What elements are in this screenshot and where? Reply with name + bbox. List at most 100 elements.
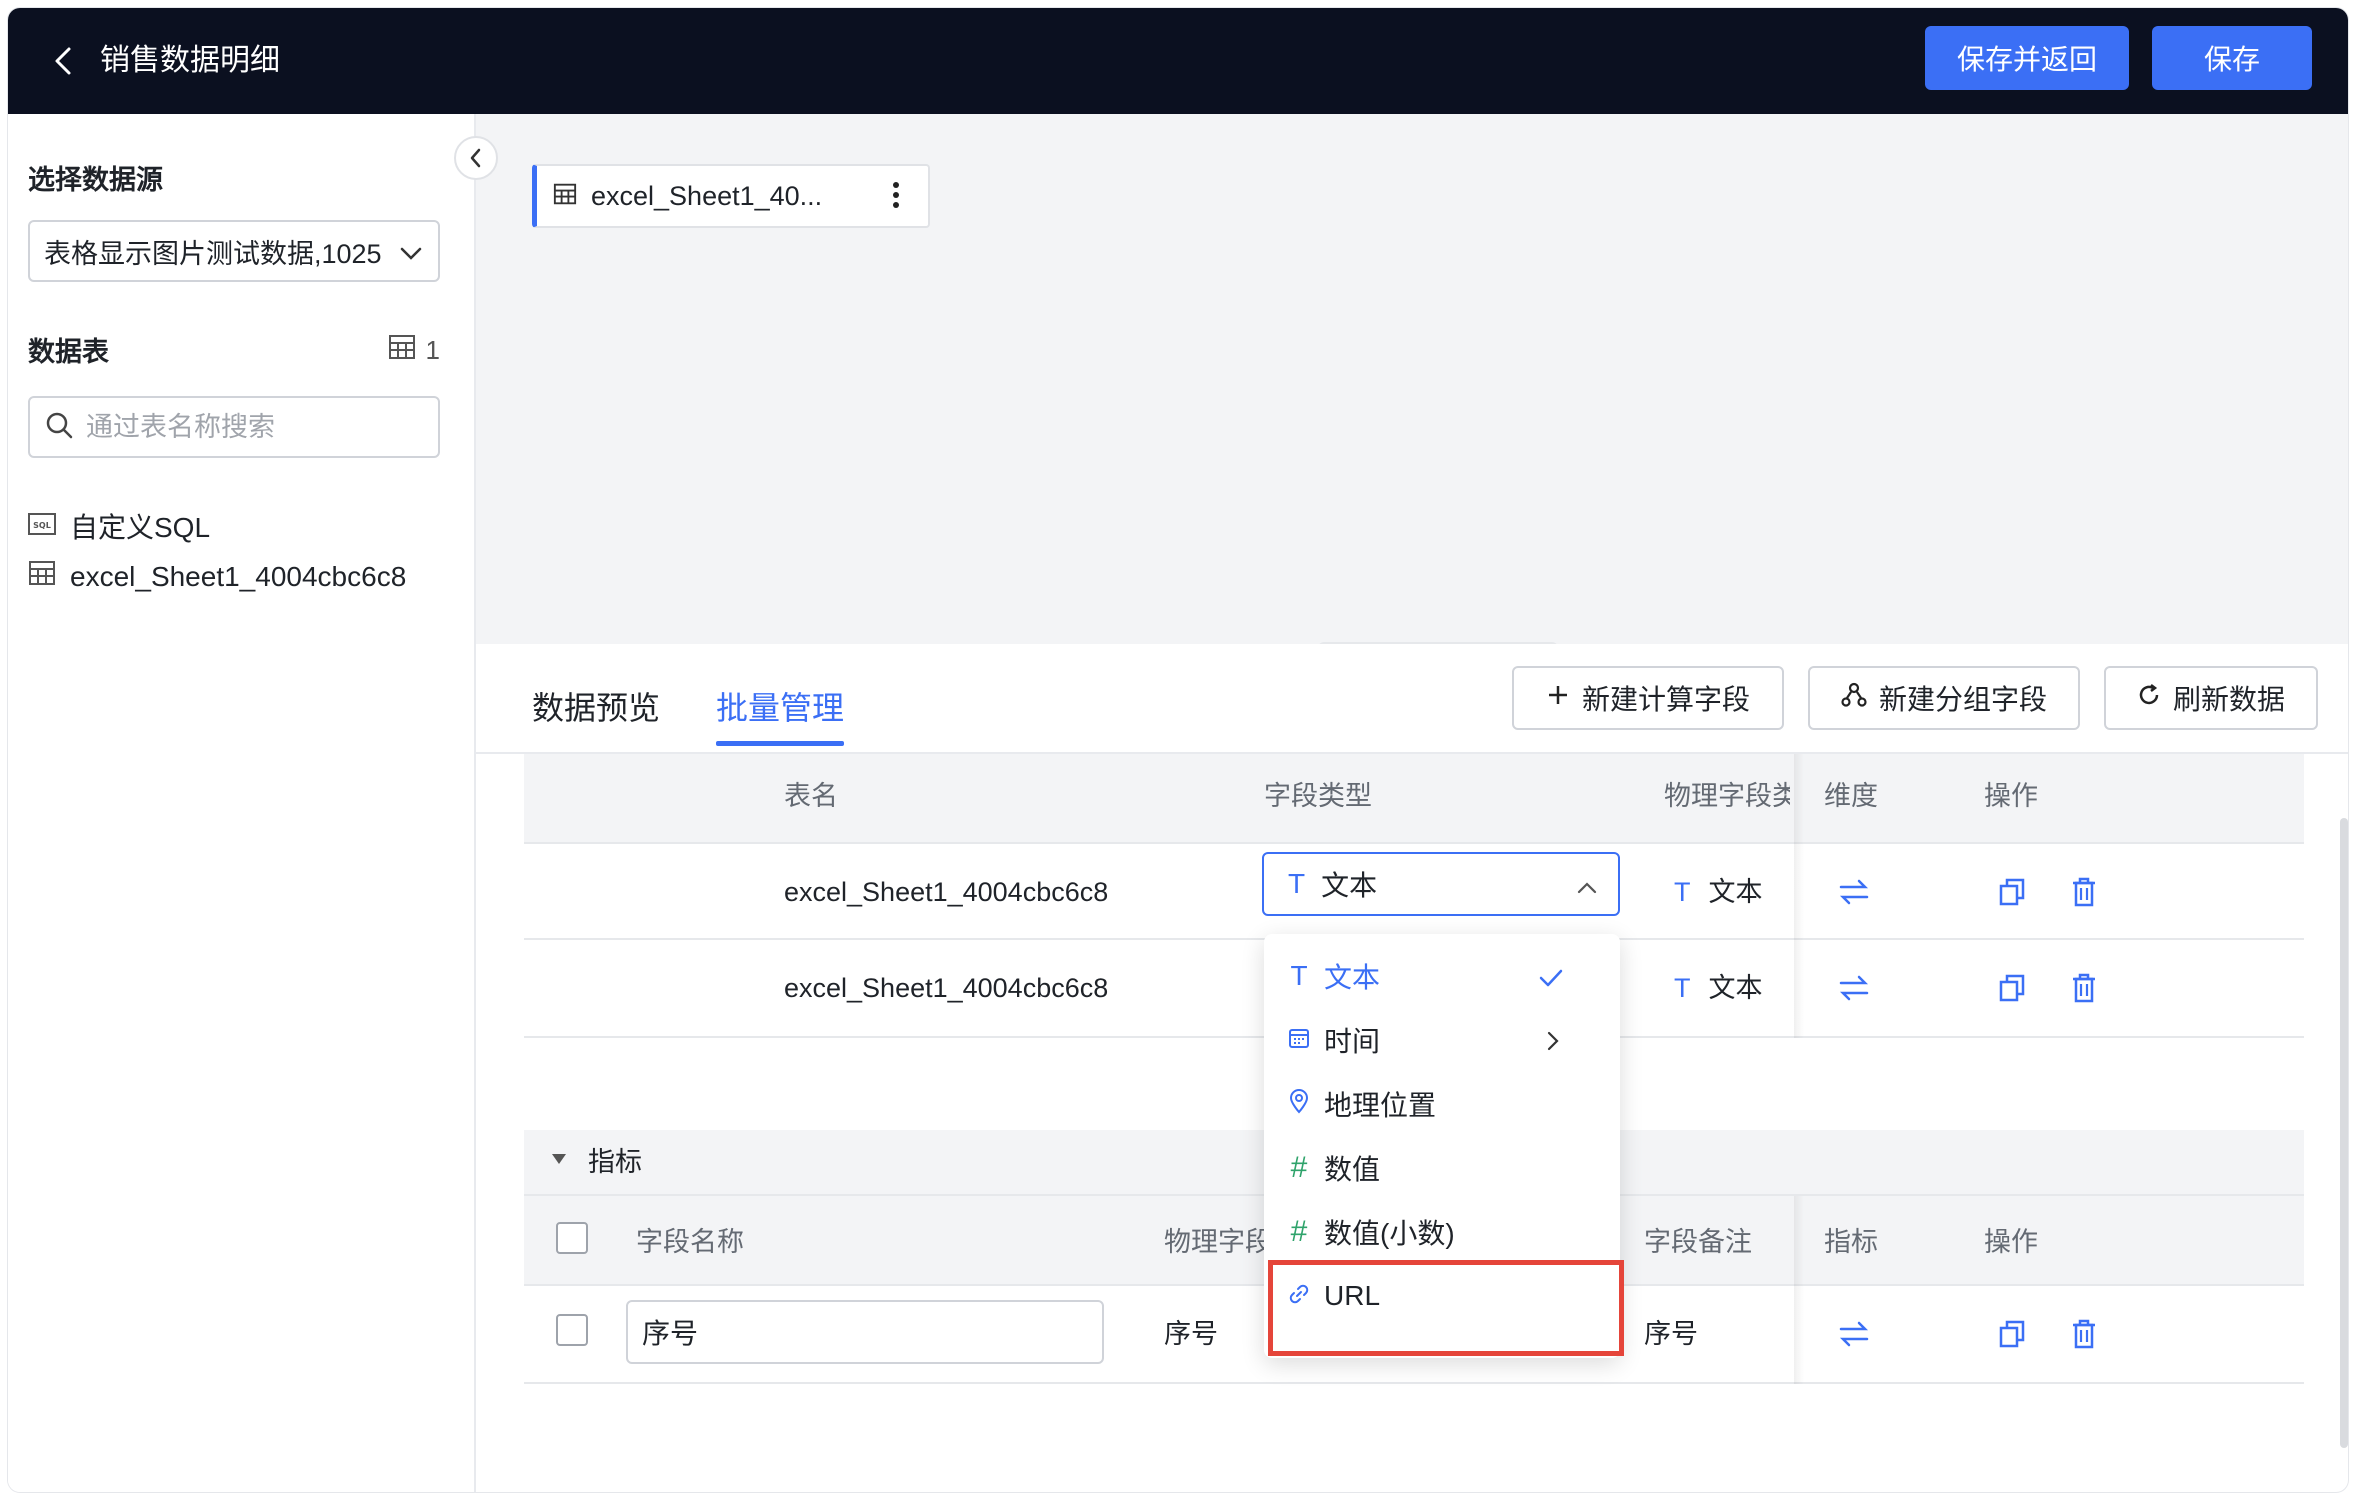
remark-cell: 序号 <box>1644 1319 1698 1349</box>
new-calc-field-label: 新建计算字段 <box>1581 684 1750 715</box>
copy-icon[interactable] <box>1992 872 2032 912</box>
physical-type-value: 文本 <box>1708 973 1763 1003</box>
col-header-actions: 操作 <box>1984 1227 2038 1257</box>
dropdown-option-time[interactable]: 时间 <box>1264 1010 1620 1070</box>
table-icon <box>388 334 416 367</box>
option-label: 时间 <box>1324 1026 1381 1057</box>
table-search-box[interactable] <box>28 396 440 458</box>
col-header-metric: 指标 <box>1824 1227 1878 1257</box>
join-canvas: excel_Sheet1_40... <box>476 114 2348 644</box>
field-type-dropdown: T 文本 时间 地理位置 # 数值 # 数值(小数) URL <box>1264 934 1620 1358</box>
field-name-value: 序号 <box>642 1318 699 1349</box>
physical-type-value: 文本 <box>1708 877 1763 907</box>
hash-icon: # <box>1290 1151 1308 1184</box>
dropdown-option-number[interactable]: # 数值 <box>1264 1138 1620 1198</box>
new-group-field-label: 新建分组字段 <box>1878 684 2047 715</box>
tabs-toolbar: 数据预览 批量管理 新建计算字段 新建分组字段 刷新数据 <box>476 644 2348 754</box>
delete-icon[interactable] <box>2064 872 2104 912</box>
delete-icon[interactable] <box>2064 968 2104 1008</box>
text-type-icon: T <box>1290 960 1308 991</box>
swap-icon[interactable] <box>1834 872 1874 912</box>
link-icon <box>1288 1280 1310 1312</box>
tables-count-value: 1 <box>425 335 440 365</box>
table-name-cell: excel_Sheet1_4004cbc6c8 <box>784 877 1109 907</box>
canvas-table-label: excel_Sheet1_40... <box>591 180 823 211</box>
svg-text:SQL: SQL <box>33 521 51 530</box>
datasource-value: 表格显示图片测试数据,1025 <box>44 238 382 269</box>
col-header-field-name: 字段名称 <box>636 1227 744 1257</box>
tab-data-preview[interactable]: 数据预览 <box>532 686 660 730</box>
select-all-checkbox[interactable] <box>556 1222 588 1254</box>
new-group-field-button[interactable]: 新建分组字段 <box>1808 666 2080 730</box>
table-search-input[interactable] <box>86 411 426 443</box>
location-pin-icon <box>1288 1088 1310 1121</box>
save-button[interactable]: 保存 <box>2152 26 2312 90</box>
text-type-icon: T <box>1674 877 1691 907</box>
row-divider <box>524 1382 2304 1384</box>
datasource-label: 选择数据源 <box>28 165 163 195</box>
group-icon <box>1841 682 1867 715</box>
datasource-select[interactable]: 表格显示图片测试数据,1025 <box>28 220 440 282</box>
fixed-column-shadow <box>1794 1196 1804 1384</box>
table-icon <box>553 181 577 212</box>
option-label: 地理位置 <box>1324 1090 1437 1121</box>
row-checkbox[interactable] <box>556 1314 588 1346</box>
save-and-return-button[interactable]: 保存并返回 <box>1925 26 2129 90</box>
more-vertical-icon[interactable] <box>892 180 900 217</box>
col-header-table-name: 表名 <box>784 781 838 811</box>
col-header-field-type: 字段类型 <box>1264 781 1372 811</box>
back-arrow-icon[interactable] <box>44 41 84 81</box>
physical-type-cell: T 文本 <box>1674 874 1763 910</box>
sidebar-item-excel-table[interactable]: excel_Sheet1_4004cbc6c8 <box>28 560 406 593</box>
physical-field-cell: 序号 <box>1164 1319 1218 1349</box>
plus-icon <box>1546 682 1570 714</box>
tables-count: 1 <box>388 334 440 367</box>
field-name-input[interactable]: 序号 <box>626 1300 1104 1364</box>
dropdown-option-text[interactable]: T 文本 <box>1264 946 1620 1006</box>
new-calc-field-button[interactable]: 新建计算字段 <box>1512 666 1784 730</box>
app-window: 销售数据明细 保存并返回 保存 选择数据源 表格显示图片测试数据,1025 数据… <box>8 8 2348 1492</box>
chevron-down-icon <box>398 240 424 273</box>
refresh-data-button[interactable]: 刷新数据 <box>2104 666 2318 730</box>
tables-label: 数据表 <box>28 337 109 367</box>
collapse-sidebar-button[interactable] <box>454 136 498 180</box>
canvas-table-node[interactable]: excel_Sheet1_40... <box>532 164 930 228</box>
field-type-value: 文本 <box>1321 870 1378 901</box>
col-header-remark: 字段备注 <box>1644 1227 1752 1257</box>
search-icon <box>44 410 74 445</box>
copy-icon[interactable] <box>1992 1314 2032 1354</box>
col-header-actions: 操作 <box>1984 781 2038 811</box>
table-icon <box>28 560 56 593</box>
option-label: 文本 <box>1324 962 1381 993</box>
sidebar-item-custom-sql[interactable]: SQL 自定义SQL <box>28 506 210 546</box>
text-type-icon: T <box>1674 973 1691 1003</box>
delete-icon[interactable] <box>2064 1314 2104 1354</box>
sidebar-item-label: excel_Sheet1_4004cbc6c8 <box>70 560 407 592</box>
field-type-select[interactable]: T 文本 <box>1262 852 1620 916</box>
metrics-group-label: 指标 <box>588 1147 642 1177</box>
vertical-scrollbar[interactable] <box>2340 818 2348 1448</box>
refresh-icon <box>2137 682 2161 714</box>
hash-icon: # <box>1290 1215 1308 1248</box>
col-header-dimension: 维度 <box>1824 781 1878 811</box>
chevron-up-icon <box>1576 874 1598 906</box>
copy-icon[interactable] <box>1992 968 2032 1008</box>
check-icon <box>1538 964 1564 996</box>
dropdown-option-location[interactable]: 地理位置 <box>1264 1074 1620 1134</box>
col-header-physical-field: 物理字段 <box>1164 1227 1272 1257</box>
row-divider <box>524 842 2304 844</box>
physical-type-cell: T 文本 <box>1674 970 1763 1006</box>
swap-icon[interactable] <box>1834 968 1874 1008</box>
sql-icon: SQL <box>28 510 56 542</box>
sidebar-item-label: 自定义SQL <box>70 512 211 543</box>
col-header-physical-type: 物理字段类 <box>1664 781 1790 811</box>
calendar-icon <box>1288 1024 1310 1056</box>
option-label: URL <box>1324 1280 1381 1311</box>
dropdown-option-decimal[interactable]: # 数值(小数) <box>1264 1202 1620 1262</box>
tab-batch-manage[interactable]: 批量管理 <box>716 686 845 746</box>
chevron-right-icon <box>1542 1028 1564 1060</box>
top-bar: 销售数据明细 保存并返回 保存 <box>8 8 2348 114</box>
dropdown-option-url[interactable]: URL <box>1264 1266 1620 1326</box>
swap-icon[interactable] <box>1834 1314 1874 1354</box>
table-name-cell: excel_Sheet1_4004cbc6c8 <box>784 973 1109 1003</box>
